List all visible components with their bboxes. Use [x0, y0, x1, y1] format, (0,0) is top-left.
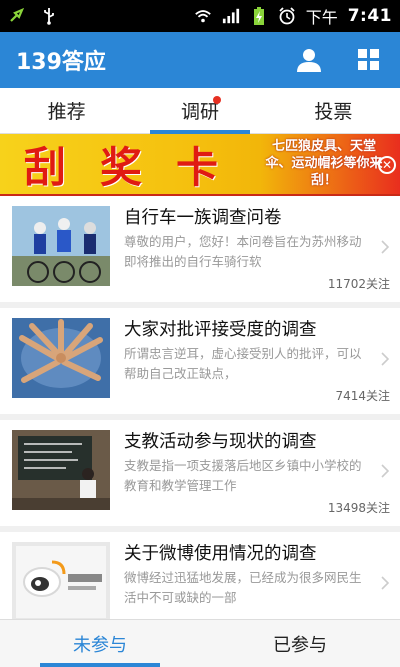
item-title: 支教活动参与现状的调查 — [124, 432, 317, 452]
user-icon[interactable] — [294, 45, 324, 75]
survey-list: 自行车一族调查问卷 尊敬的用户，您好！本问卷旨在为苏州移动即将推出的自行车骑行软… — [0, 196, 400, 644]
chevron-right-icon — [380, 576, 392, 590]
item-desc: 支教是指一项支援落后地区乡镇中小学校的教育和教学管理工作 — [124, 458, 362, 493]
item-title: 大家对批评接受度的调查 — [124, 320, 317, 340]
usb-sync-icon — [8, 7, 26, 25]
list-item[interactable]: 自行车一族调查问卷 尊敬的用户，您好！本问卷旨在为苏州移动即将推出的自行车骑行软… — [0, 196, 400, 308]
wifi-icon — [194, 7, 212, 25]
item-title: 自行车一族调查问卷 — [124, 208, 282, 228]
item-title: 关于微博使用情况的调查 — [124, 544, 317, 564]
tab-survey[interactable]: 调研 — [133, 88, 266, 133]
banner-text: 七匹狼皮具、天堂伞、运动帽衫等你来刮！ — [265, 139, 383, 188]
chevron-right-icon — [380, 352, 392, 366]
classroom-photo — [12, 430, 110, 510]
tab-participated[interactable]: 已参与 — [200, 620, 400, 667]
bottom-tabs: 未参与 已参与 — [0, 619, 400, 667]
chevron-right-icon — [380, 464, 392, 478]
grid-icon[interactable] — [354, 45, 384, 75]
status-ampm: 下午 — [305, 8, 338, 27]
tab-recommend[interactable]: 推荐 — [0, 88, 133, 133]
follow-count: 7414关注 — [335, 389, 390, 403]
status-time: 7:41 — [347, 6, 392, 26]
weibo-logo-photo — [12, 542, 110, 622]
tab-label: 推荐 — [47, 101, 86, 123]
app-bar: 139答应 — [0, 32, 400, 88]
signal-icon — [222, 7, 240, 25]
follow-count: 11702关注 — [327, 277, 390, 291]
list-item[interactable]: 支教活动参与现状的调查 支教是指一项支援落后地区乡镇中小学校的教育和教学管理工作… — [0, 420, 400, 532]
alarm-icon — [278, 7, 296, 25]
app-title: 139答应 — [16, 50, 106, 75]
item-desc: 所谓忠言逆耳，虚心接受别人的批评，可以帮助自己改正缺点， — [124, 346, 362, 381]
bottom-tab-label: 未参与 — [73, 634, 127, 656]
hands-circle-photo — [12, 318, 110, 398]
close-icon[interactable]: ✕ — [378, 156, 396, 174]
cyclists-photo — [12, 206, 110, 286]
list-item[interactable]: 大家对批评接受度的调查 所谓忠言逆耳，虚心接受别人的批评，可以帮助自己改正缺点，… — [0, 308, 400, 420]
item-desc: 尊敬的用户，您好！本问卷旨在为苏州移动即将推出的自行车骑行软 — [124, 234, 362, 269]
status-bar: 下午 7:41 — [0, 0, 400, 32]
chevron-right-icon — [380, 240, 392, 254]
top-tabs: 推荐 调研 投票 — [0, 88, 400, 134]
item-desc: 微博经过迅猛地发展，已经成为很多网民生活中不可或缺的一部 — [124, 570, 362, 605]
tab-not-participated[interactable]: 未参与 — [0, 620, 200, 667]
usb-icon — [40, 7, 58, 25]
follow-count: 13498关注 — [327, 501, 390, 515]
banner-title: 刮奖卡 — [24, 142, 253, 192]
battery-charging-icon — [250, 7, 268, 25]
tab-vote[interactable]: 投票 — [267, 88, 400, 133]
bottom-tab-label: 已参与 — [273, 634, 327, 656]
notification-dot — [212, 96, 221, 104]
promo-banner[interactable]: 刮奖卡 七匹狼皮具、天堂伞、运动帽衫等你来刮！ ✕ — [0, 134, 400, 196]
tab-label: 投票 — [314, 101, 353, 123]
